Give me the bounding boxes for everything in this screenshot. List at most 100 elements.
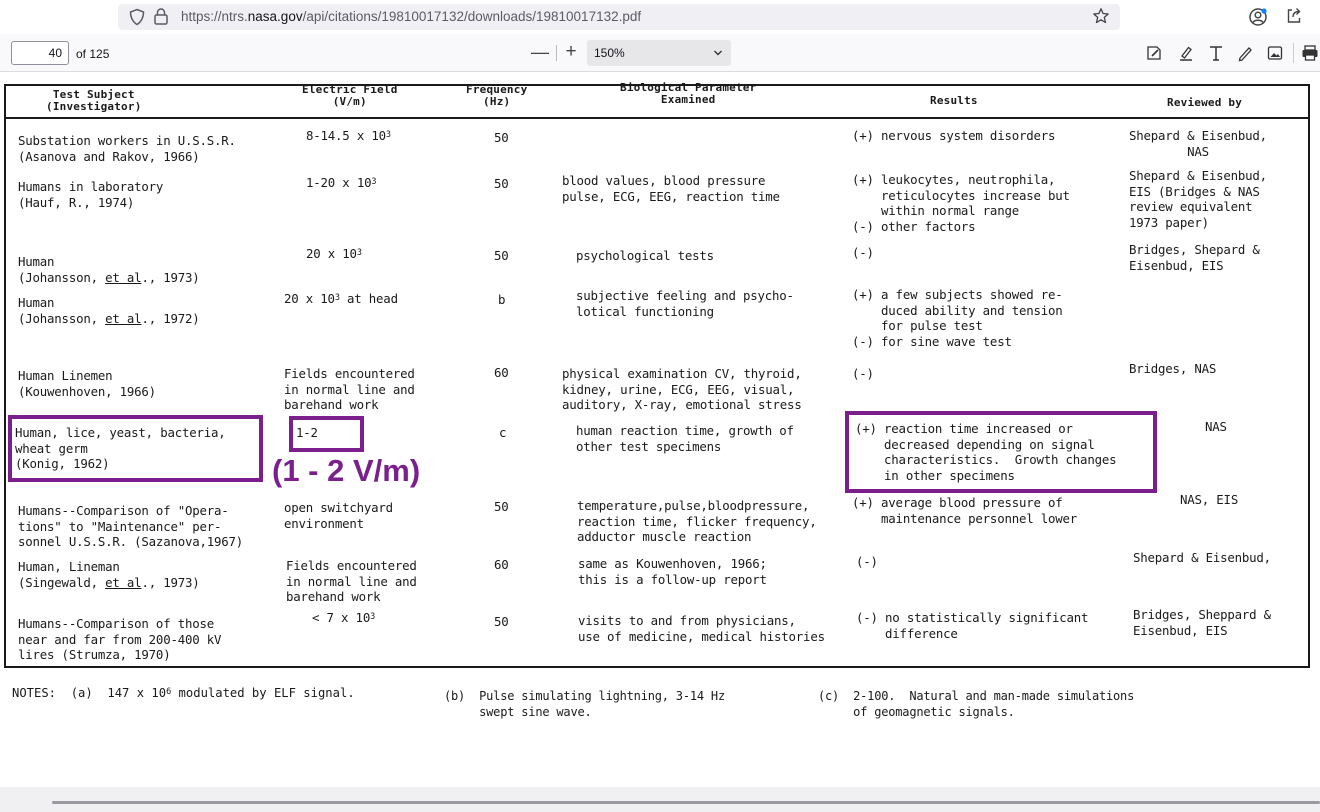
row4-subject: Human (Johansson, et al., 1972) <box>18 295 200 326</box>
page-number-input[interactable] <box>11 41 69 65</box>
row9-parameter: visits to and from physicians, use of me… <box>578 613 825 644</box>
row4-subject-et-al: et al <box>105 310 142 326</box>
note-a: NOTES: (a) 147 x 106 modulated by ELF si… <box>12 686 355 704</box>
row6-parameter: human reaction time, growth of other tes… <box>576 423 794 454</box>
row8-subject: Human, Lineman (Singewald, et al., 1973) <box>18 559 200 590</box>
zoom-separator <box>556 45 557 61</box>
zoom-out-button[interactable]: — <box>531 43 549 63</box>
row5-results: (-) <box>852 366 874 381</box>
row8-subject-et-al: et al <box>105 574 142 590</box>
row1-subject: Substation workers in U.S.S.R. (Asanova … <box>18 133 236 164</box>
row5-parameter: physical examination CV, thyroid, kidney… <box>562 366 802 413</box>
row4-field-exponent: 3 <box>334 293 340 303</box>
row9-results: (-) no statistically significant differe… <box>856 610 1089 641</box>
header-divider <box>4 117 1310 119</box>
row2-results: (+) leukocytes, neutrophila, reticulocyt… <box>852 172 1070 234</box>
row7-parameter: temperature,pulse,bloodpressure, reactio… <box>577 498 817 545</box>
row3-subject: Human (Johansson, et al., 1973) <box>18 254 200 285</box>
highlight-box-field <box>289 416 364 452</box>
row9-field-exponent: 3 <box>370 612 376 622</box>
browser-address-bar: https://ntrs.nasa.gov/api/citations/1981… <box>0 0 1320 34</box>
print-icon[interactable] <box>1301 44 1319 62</box>
horizontal-scrollbar[interactable] <box>0 787 1320 812</box>
row3-subject-line2b: ., 1973) <box>141 269 200 285</box>
row5-reviewed: Bridges, NAS <box>1129 361 1217 376</box>
note-a-prefix: NOTES: (a) 147 x 10 <box>12 686 167 700</box>
highlight-box-results <box>845 411 1157 493</box>
row1-results: (+) nervous system disorders <box>852 128 1056 143</box>
text-tool-icon[interactable] <box>1207 44 1225 62</box>
header-test-subject: Test Subject (Investigator) <box>46 88 142 113</box>
row2-subject: Humans in laboratory (Hauf, R., 1974) <box>18 179 164 210</box>
bookmark-star-icon[interactable] <box>1092 7 1110 25</box>
row3-frequency: 50 <box>494 248 509 263</box>
row8-field: Fields encountered in normal line and ba… <box>286 558 417 605</box>
row1-reviewed: Shepard & Eisenbud, NAS <box>1129 128 1267 159</box>
row9-field: < 7 x 103 <box>312 610 375 629</box>
row3-field-exponent: 3 <box>356 248 362 258</box>
row4-field: 20 x 103 at head <box>284 291 398 310</box>
row7-field: open switchyard environment <box>284 500 393 531</box>
page-count: of 125 <box>76 47 110 61</box>
zoom-value: 150% <box>594 46 625 60</box>
row3-subject-line1: Human <box>18 254 55 269</box>
row9-field-base: < 7 x 10 <box>312 610 371 625</box>
header-reviewed-by: Reviewed by <box>1167 96 1243 109</box>
row4-subject-line1: Human <box>18 295 55 310</box>
header-frequency: Frequency (Hz) <box>466 83 528 108</box>
row7-subject: Humans--Comparison of "Opera- tions" to … <box>18 503 244 550</box>
row2-field-base: 1-20 x 10 <box>306 175 372 190</box>
pdf-page: Test Subject (Investigator) Electric Fie… <box>0 72 1320 787</box>
row5-field: Fields encountered in normal line and ba… <box>284 366 415 413</box>
header-results: Results <box>930 94 978 107</box>
row8-reviewed: Shepard & Eisenbud, <box>1133 550 1271 565</box>
row5-frequency: 60 <box>494 365 509 380</box>
text-edit-icon[interactable] <box>1145 44 1163 62</box>
image-icon[interactable] <box>1266 44 1284 62</box>
row4-results: (+) a few subjects showed re- duced abil… <box>852 287 1063 349</box>
annotation-callout: (1 - 2 V/m) <box>272 453 421 488</box>
row5-subject: Human Linemen (Kouwenhoven, 1966) <box>18 368 156 399</box>
scrollbar-thumb[interactable] <box>52 801 1320 804</box>
url-text[interactable]: https://ntrs.nasa.gov/api/citations/1981… <box>181 9 641 24</box>
lock-icon[interactable] <box>153 7 169 25</box>
tracking-protection-icon[interactable] <box>128 8 146 26</box>
row3-subject-line2a: (Johansson, <box>18 269 106 285</box>
note-a-suffix: modulated by ELF signal. <box>171 686 355 700</box>
pdf-toolbar: of 125 — + 150% <box>0 34 1320 72</box>
draw-icon[interactable] <box>1236 44 1254 62</box>
url-suffix: /api/citations/19810017132/downloads/198… <box>302 9 642 24</box>
row2-reviewed: Shepard & Eisenbud, EIS (Bridges & NAS r… <box>1129 168 1267 230</box>
row3-field-base: 20 x 10 <box>306 246 357 261</box>
highlight-box-subject <box>8 415 263 482</box>
row6-frequency: c <box>499 425 507 440</box>
row2-field-exponent: 3 <box>371 177 377 187</box>
url-prefix: https://ntrs. <box>181 9 248 24</box>
row1-frequency: 50 <box>494 130 509 145</box>
zoom-select[interactable]: 150% <box>587 40 731 66</box>
highlight-icon[interactable] <box>1177 44 1195 62</box>
row9-reviewed: Bridges, Sheppard & Eisenbud, EIS <box>1133 607 1271 638</box>
row3-parameter: psychological tests <box>576 248 714 263</box>
row8-subject-line1: Human, Lineman <box>18 559 120 574</box>
header-biological-parameter: Biological Parameter Examined <box>620 81 757 106</box>
row9-frequency: 50 <box>494 614 509 629</box>
row8-parameter: same as Kouwenhoven, 1966; this is a fol… <box>578 556 767 587</box>
account-icon[interactable] <box>1248 7 1268 27</box>
note-a-exponent: 6 <box>166 687 172 697</box>
row8-subject-line2a: (Singewald, <box>18 574 106 590</box>
row4-field-base: 20 x 10 <box>284 291 335 306</box>
row1-field-base: 8-14.5 x 10 <box>306 128 386 143</box>
row6-reviewed: NAS <box>1205 419 1227 434</box>
row4-subject-line2a: (Johansson, <box>18 310 106 326</box>
row2-field: 1-20 x 103 <box>306 175 376 194</box>
share-icon[interactable] <box>1285 7 1303 25</box>
row4-parameter: subjective feeling and psycho- lotical f… <box>576 288 794 319</box>
row7-reviewed: NAS, EIS <box>1180 492 1239 507</box>
header-electric-field: Electric Field (V/m) <box>302 83 398 108</box>
zoom-in-button[interactable]: + <box>561 42 581 63</box>
row3-reviewed: Bridges, Shepard & Eisenbud, EIS <box>1129 242 1260 273</box>
row7-results: (+) average blood pressure of maintenanc… <box>852 495 1078 526</box>
row3-field: 20 x 103 <box>306 246 362 265</box>
row4-subject-line2b: ., 1972) <box>141 310 200 326</box>
